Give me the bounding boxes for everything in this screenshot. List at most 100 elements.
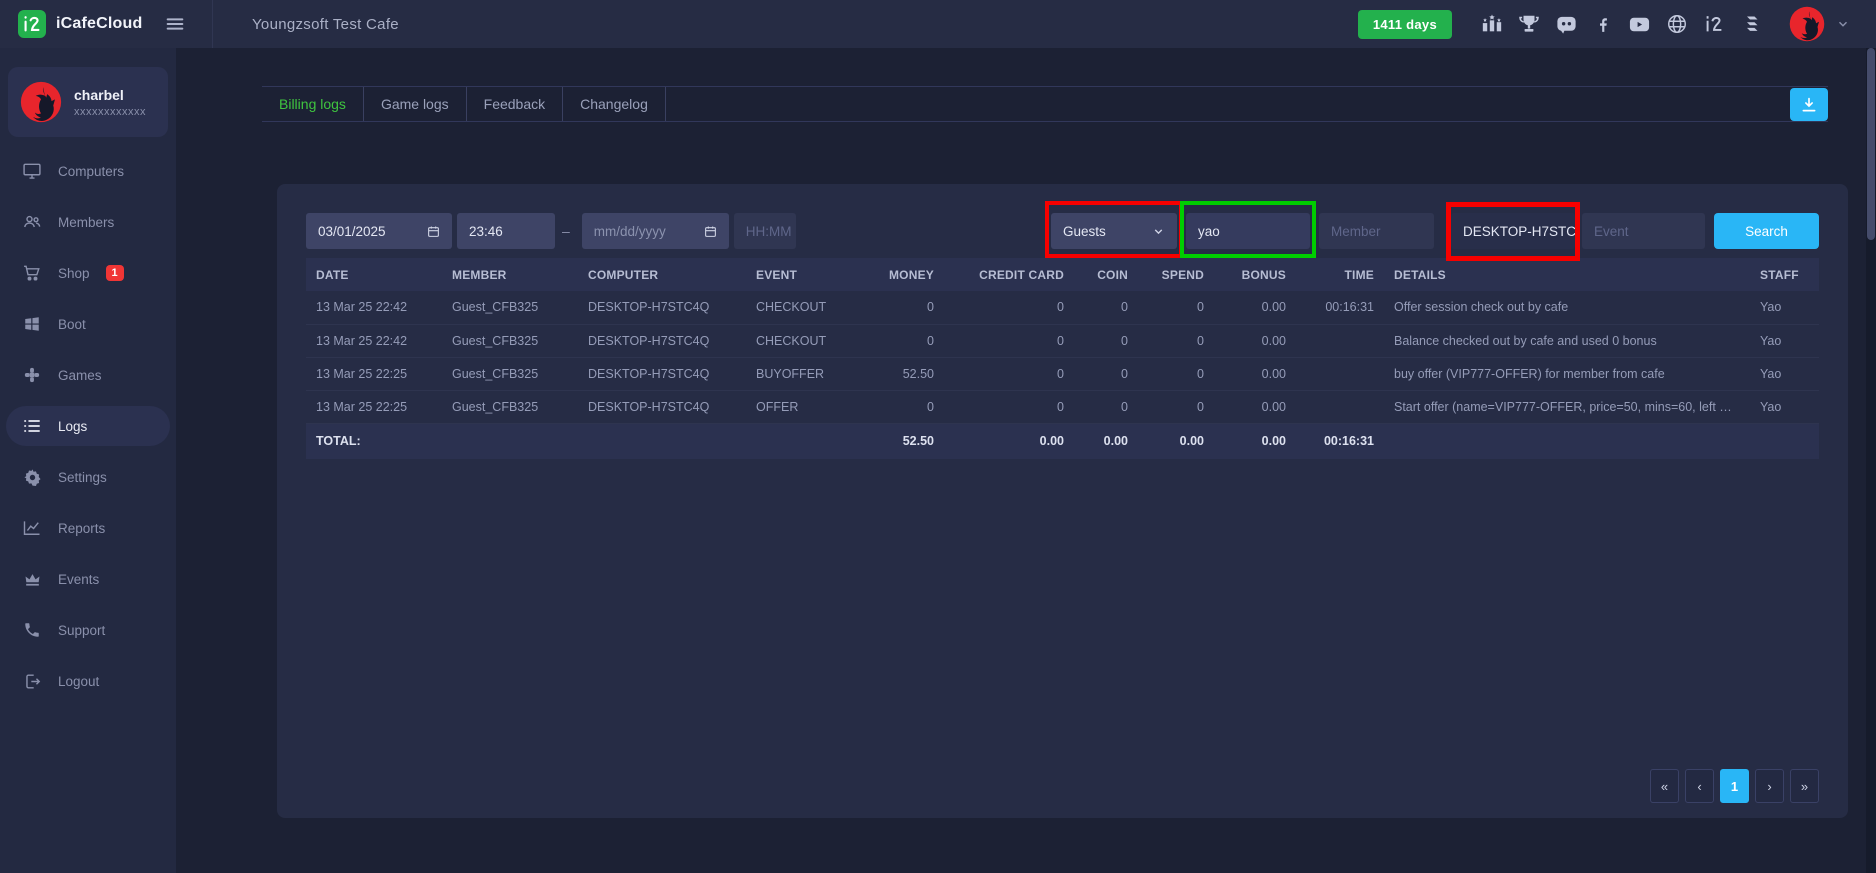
icafe-icon[interactable] [1703, 13, 1725, 35]
sidebar-item-events[interactable]: Events [6, 559, 170, 599]
phone-icon [22, 621, 42, 639]
monitor-icon [22, 161, 42, 181]
end-time-input[interactable]: HH:MM [734, 213, 796, 249]
computer-filter-input[interactable]: DESKTOP-H7STC [1451, 213, 1575, 249]
sidebar-item-label: Computers [58, 164, 124, 179]
table-row[interactable]: 13 Mar 25 22:42 Guest_CFB325 DESKTOP-H7S… [306, 291, 1819, 324]
top-bar: iCafeCloud Youngzsoft Test Cafe 1411 day… [0, 0, 1876, 48]
sidebar-item-support[interactable]: Support [6, 610, 170, 650]
youtube-icon[interactable] [1628, 13, 1651, 36]
total-coin: 0.00 [1074, 423, 1138, 459]
col-computer[interactable]: COMPUTER [578, 258, 746, 291]
start-time-value: 23:46 [469, 224, 503, 239]
table-row[interactable]: 13 Mar 25 22:42 Guest_CFB325 DESKTOP-H7S… [306, 324, 1819, 357]
trophy-icon[interactable] [1518, 13, 1540, 35]
pagination-first-button[interactable]: « [1650, 769, 1679, 803]
sidebar-item-shop[interactable]: Shop 1 [6, 253, 170, 293]
search-button[interactable]: Search [1714, 213, 1819, 249]
sidebar-item-logout[interactable]: Logout [6, 661, 170, 701]
page-scrollbar[interactable] [1866, 48, 1876, 873]
facebook-icon[interactable] [1593, 14, 1613, 34]
pagination-page-1-button[interactable]: 1 [1720, 769, 1749, 803]
col-date[interactable]: DATE [306, 258, 442, 291]
calendar-icon[interactable] [427, 225, 440, 238]
end-time-placeholder: HH:MM [746, 224, 792, 239]
col-member[interactable]: MEMBER [442, 258, 578, 291]
annotation-box-red-guests: Guests [1051, 213, 1177, 249]
pagination: « ‹ 1 › » [306, 769, 1819, 803]
games-icon [22, 366, 42, 384]
col-time[interactable]: TIME [1296, 258, 1384, 291]
layers-icon[interactable] [1740, 12, 1764, 36]
shop-notification-badge: 1 [106, 265, 124, 281]
logout-icon [22, 672, 42, 691]
col-staff[interactable]: STAFF [1750, 258, 1819, 291]
col-coin[interactable]: COIN [1074, 258, 1138, 291]
globe-icon[interactable] [1666, 13, 1688, 35]
chevron-down-icon[interactable] [1836, 17, 1850, 31]
sidebar-nav: Computers Members Shop 1 Boot Games Logs… [0, 151, 176, 701]
tab-game-logs[interactable]: Game logs [364, 87, 467, 121]
sidebar-item-settings[interactable]: Settings [6, 457, 170, 497]
sidebar-item-label: Reports [58, 521, 105, 536]
log-tabs: Billing logs Game logs Feedback Changelo… [262, 86, 1828, 122]
users-icon [22, 212, 42, 232]
col-credit-card[interactable]: CREDIT CARD [944, 258, 1074, 291]
pagination-next-button[interactable]: › [1755, 769, 1784, 803]
sidebar-item-games[interactable]: Games [6, 355, 170, 395]
ranking-icon[interactable] [1481, 13, 1503, 35]
end-date-input[interactable]: mm/dd/yyyy [582, 213, 729, 249]
user-avatar[interactable] [1789, 6, 1825, 42]
computer-filter-value: DESKTOP-H7STC [1463, 224, 1576, 239]
col-money[interactable]: MONEY [864, 258, 944, 291]
table-row[interactable]: 13 Mar 25 22:25 Guest_CFB325 DESKTOP-H7S… [306, 357, 1819, 390]
chevron-down-icon [1152, 225, 1165, 238]
staff-filter-input[interactable]: yao [1186, 213, 1310, 249]
calendar-icon[interactable] [704, 225, 717, 238]
download-icon [1800, 96, 1818, 114]
total-credit-card: 0.00 [944, 423, 1074, 459]
hamburger-menu-icon[interactable] [164, 13, 186, 35]
sidebar-item-label: Logout [58, 674, 99, 689]
cart-icon [22, 263, 42, 283]
sidebar-item-members[interactable]: Members [6, 202, 170, 242]
pagination-last-button[interactable]: » [1790, 769, 1819, 803]
start-date-input[interactable]: 03/01/2025 [306, 213, 452, 249]
event-filter-input[interactable]: Event [1582, 213, 1705, 249]
tab-changelog[interactable]: Changelog [563, 87, 666, 121]
total-label: TOTAL: [306, 423, 864, 459]
discord-icon[interactable] [1555, 13, 1578, 36]
download-button[interactable] [1790, 88, 1828, 121]
member-type-select[interactable]: Guests [1051, 213, 1177, 249]
col-event[interactable]: EVENT [746, 258, 864, 291]
sidebar-item-computers[interactable]: Computers [6, 151, 170, 191]
crown-icon [22, 570, 42, 589]
sidebar-user-avatar [20, 81, 62, 123]
col-spend[interactable]: SPEND [1138, 258, 1214, 291]
staff-filter-value: yao [1198, 224, 1220, 239]
subscription-days-badge[interactable]: 1411 days [1358, 10, 1452, 39]
sidebar-item-label: Support [58, 623, 105, 638]
tab-feedback[interactable]: Feedback [467, 87, 563, 121]
sidebar-item-label: Logs [58, 419, 87, 434]
pagination-prev-button[interactable]: ‹ [1685, 769, 1714, 803]
sidebar-item-boot[interactable]: Boot [6, 304, 170, 344]
col-details[interactable]: DETAILS [1384, 258, 1750, 291]
sidebar-item-logs[interactable]: Logs [6, 406, 170, 446]
sidebar-item-label: Boot [58, 317, 86, 332]
start-time-input[interactable]: 23:46 [457, 213, 555, 249]
sidebar-item-label: Shop [58, 266, 90, 281]
tab-billing-logs[interactable]: Billing logs [262, 87, 364, 121]
col-bonus[interactable]: BONUS [1214, 258, 1296, 291]
sidebar-item-reports[interactable]: Reports [6, 508, 170, 548]
table-row[interactable]: 13 Mar 25 22:25 Guest_CFB325 DESKTOP-H7S… [306, 390, 1819, 423]
topbar-right: 1411 days [1358, 6, 1876, 42]
windows-icon [22, 315, 42, 333]
sidebar-item-label: Members [58, 215, 114, 230]
sidebar-user-masked-id: xxxxxxxxxxxx [74, 106, 146, 118]
chart-icon [22, 518, 42, 538]
sidebar-user-card[interactable]: charbel xxxxxxxxxxxx [8, 67, 168, 137]
icafecloud-logo-icon[interactable] [18, 10, 46, 38]
scrollbar-thumb[interactable] [1867, 48, 1875, 240]
member-filter-input[interactable]: Member [1319, 213, 1434, 249]
